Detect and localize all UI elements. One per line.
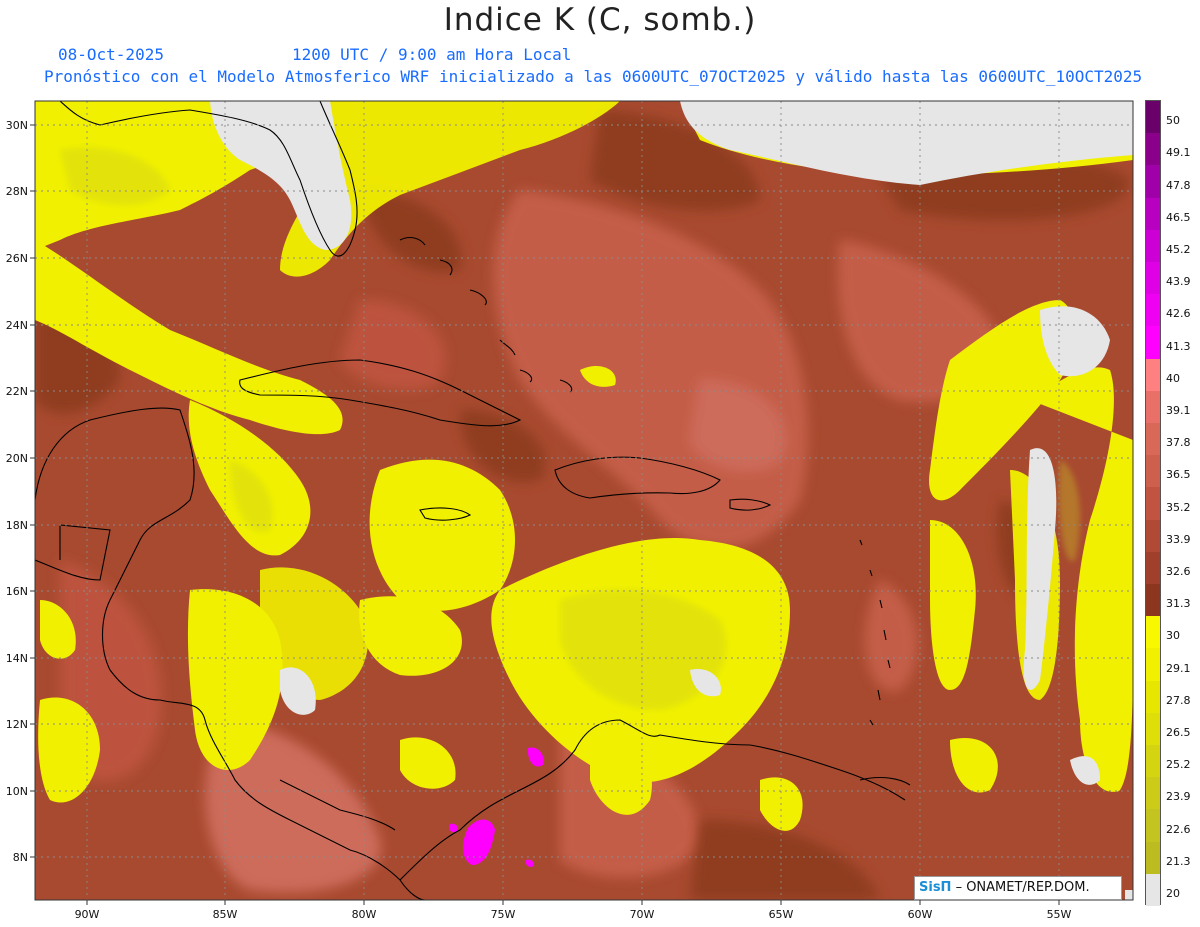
colorbar-segment (1146, 294, 1160, 327)
lon-label: 75W (491, 908, 516, 921)
colorbar-segment (1146, 584, 1160, 617)
lat-label: 30N (6, 119, 28, 132)
colorbar-segment (1146, 873, 1160, 907)
lat-label: 20N (6, 452, 28, 465)
colorbar-label: 31.3 (1166, 597, 1191, 611)
colorbar-segment (1146, 326, 1160, 360)
colorbar-label: 23.9 (1166, 790, 1191, 804)
colorbar-segment (1146, 390, 1160, 424)
colorbar-label: 35.2 (1166, 500, 1191, 514)
lat-label: 28N (6, 185, 28, 198)
colorbar-segment (1146, 745, 1160, 778)
lat-label: 14N (6, 652, 28, 665)
colorbar-label: 20 (1166, 886, 1180, 900)
colorbar-label: 46.5 (1166, 210, 1191, 224)
longitude-labels: 90W 85W 80W 75W 70W 65W 60W 55W (75, 908, 1072, 921)
sispi-logo: SisΠ – ONAMET/REP.DOM. (914, 876, 1122, 900)
colorbar-segment (1146, 487, 1160, 521)
latitude-labels: 30N 28N 26N 24N 22N 20N 18N 16N 14N 12N … (6, 119, 28, 864)
colorbar-segment (1146, 262, 1160, 295)
colorbar-label: 27.8 (1166, 693, 1191, 707)
colorbar-segment (1146, 777, 1160, 810)
colorbar-label: 21.3 (1166, 854, 1191, 868)
colorbar-label: 26.5 (1166, 725, 1191, 739)
lon-label: 65W (769, 908, 794, 921)
colorbar-label: 32.6 (1166, 564, 1191, 578)
colorbar-segment (1146, 648, 1160, 682)
colorbar-segment (1146, 455, 1160, 488)
colorbar-segment (1146, 229, 1160, 263)
logo-org: – ONAMET/REP.DOM. (951, 880, 1090, 895)
lat-label: 8N (13, 851, 28, 864)
colorbar-label: 47.8 (1166, 178, 1191, 192)
lat-label: 26N (6, 252, 28, 265)
colorbar-label: 43.9 (1166, 275, 1191, 289)
colorbar-segment (1146, 551, 1160, 585)
colorbar-label: 22.6 (1166, 822, 1191, 836)
lon-label: 85W (213, 908, 238, 921)
colorbar-label: 41.3 (1166, 339, 1191, 353)
lon-label: 90W (75, 908, 100, 921)
lat-label: 10N (6, 785, 28, 798)
colorbar-segment (1146, 841, 1160, 875)
logo-brand: SisΠ (919, 880, 952, 895)
lon-label: 55W (1047, 908, 1072, 921)
colorbar-segment (1146, 519, 1160, 553)
colorbar-segment (1146, 680, 1160, 714)
lat-label: 16N (6, 585, 28, 598)
colorbar-segment (1146, 101, 1160, 134)
colorbar-label: 39.1 (1166, 403, 1191, 417)
lat-label: 12N (6, 718, 28, 731)
colorbar-label: 25.2 (1166, 758, 1191, 772)
colorbar-label: 37.8 (1166, 436, 1191, 450)
lon-label: 70W (630, 908, 655, 921)
colorbar-segment (1146, 616, 1160, 649)
lat-label: 22N (6, 385, 28, 398)
lat-label: 18N (6, 519, 28, 532)
colorbar-label: 33.9 (1166, 532, 1191, 546)
colorbar-label: 42.6 (1166, 307, 1191, 321)
colorbar-segment (1146, 133, 1160, 166)
colorbar-label: 40 (1166, 371, 1180, 385)
colorbar-segment (1146, 423, 1160, 456)
lat-label: 24N (6, 319, 28, 332)
colorbar-label: 50 (1166, 114, 1180, 128)
colorbar-label: 49.1 (1166, 146, 1191, 160)
colorbar-label: 30 (1166, 629, 1180, 643)
colorbar-segment (1146, 197, 1160, 231)
colorbar (1145, 100, 1161, 907)
k-index-map: 30N 28N 26N 24N 22N 20N 18N 16N 14N 12N … (6, 100, 1134, 921)
colorbar-segment (1146, 358, 1160, 392)
lon-label: 60W (908, 908, 933, 921)
colorbar-label: 36.5 (1166, 468, 1191, 482)
field-layer (35, 101, 1133, 900)
colorbar-segment (1146, 809, 1160, 843)
colorbar-segment (1146, 165, 1160, 199)
colorbar-segment (1146, 712, 1160, 746)
colorbar-label: 45.2 (1166, 242, 1191, 256)
colorbar-label: 29.1 (1166, 661, 1191, 675)
lon-label: 80W (352, 908, 377, 921)
